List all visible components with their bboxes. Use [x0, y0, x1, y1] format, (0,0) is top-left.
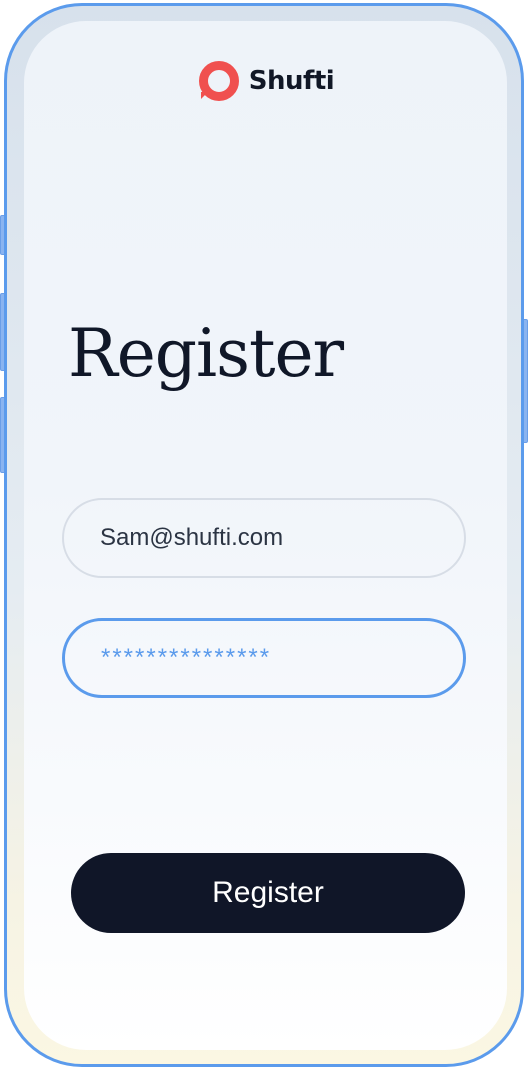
shufti-ring-icon [198, 61, 239, 101]
phone-screen: Shufti Register Register [24, 21, 507, 1050]
brand-name: Shufti [248, 66, 335, 96]
password-field[interactable] [62, 618, 466, 698]
page-title: Register [68, 315, 344, 392]
register-button[interactable]: Register [71, 853, 465, 933]
email-field[interactable] [62, 498, 466, 578]
phone-frame: Shufti Register Register [4, 3, 524, 1067]
brand-header: Shufti [24, 59, 507, 103]
